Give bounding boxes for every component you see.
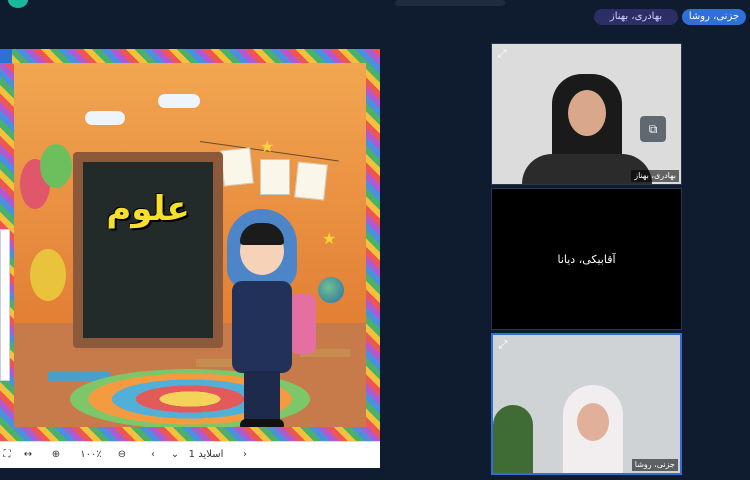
pin-icon[interactable]: ⧉ <box>640 116 666 142</box>
slide-image: ★ ★ علوم <box>0 49 380 441</box>
app-logo <box>8 0 28 8</box>
prev-slide-icon[interactable]: ‹ <box>146 447 160 463</box>
panel-collapse-tab[interactable] <box>0 49 12 63</box>
participant-chip-active[interactable]: جزنی، روشا <box>682 9 746 25</box>
resize-icon[interactable]: ↔ <box>20 447 36 463</box>
annotation-toolbar[interactable] <box>0 229 10 381</box>
video-name-tag: بهادری، بهناز <box>631 170 679 182</box>
video-tile[interactable]: آقابیکی، دیانا <box>491 188 682 330</box>
video-name-tag: جزنی، روشا <box>631 459 678 471</box>
plant-decoration <box>493 405 533 473</box>
expand-icon[interactable]: ⤢ <box>496 338 510 352</box>
video-tile[interactable]: ⤢ جزنی، روشا <box>491 333 682 475</box>
slide-selector[interactable]: اسلاید 1 <box>184 447 228 463</box>
participant-face <box>577 403 609 441</box>
slide-toolbar: ⛶ ↔ ⊕ ۱۰۰٪ ⊖ ‹ ⌄ اسلاید 1 › <box>0 441 380 468</box>
participant-face <box>568 90 606 136</box>
video-name-center: آقابیکی، دیانا <box>557 253 616 266</box>
zoom-in-icon[interactable]: ⊕ <box>48 447 64 463</box>
slide-panel: ★ ★ علوم ⛶ ↔ ⊕ ۱۰۰٪ ⊖ ‹ ⌄ اسلاید 1 › <box>0 49 380 468</box>
yarn-frame <box>0 49 380 441</box>
fit-screen-icon[interactable]: ⛶ <box>0 447 14 463</box>
next-slide-icon[interactable]: › <box>238 447 252 463</box>
slide-dropdown-icon[interactable]: ⌄ <box>168 447 182 463</box>
top-bar: بهادری، بهناز جزنی، روشا <box>0 0 750 34</box>
participant-chip-other[interactable]: بهادری، بهناز <box>594 9 678 25</box>
expand-icon[interactable]: ⤢ <box>495 47 509 61</box>
zoom-out-icon[interactable]: ⊖ <box>114 447 130 463</box>
top-bar-placeholder <box>395 0 505 6</box>
video-tile[interactable]: ⤢ ⧉ بهادری، بهناز <box>491 43 682 185</box>
zoom-level: ۱۰۰٪ <box>80 449 102 460</box>
